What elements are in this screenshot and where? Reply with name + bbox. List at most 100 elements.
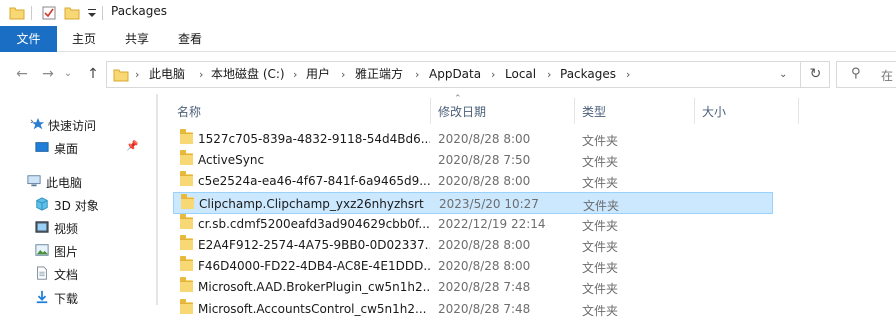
file-date: 2020/8/28 8:00	[438, 132, 531, 146]
navigation-pane: › 快速访问 桌面 📌 此电脑 3D 对象 视频 图片 文档 下载	[0, 94, 157, 306]
nav-label: 快速访问	[48, 119, 97, 133]
column-resizer[interactable]	[694, 98, 695, 124]
nav-item-3d-objects[interactable]: 3D 对象	[0, 194, 157, 216]
file-date: 2020/8/28 7:48	[438, 301, 531, 316]
nav-label: 视频	[54, 222, 79, 236]
tab-view[interactable]: 查看	[170, 26, 210, 52]
tab-home[interactable]: 主页	[64, 26, 104, 52]
address-row: ← → ⌄ ↑ › 此电脑 › 本地磁盘 (C:) › 用户 › 雅正端方 › …	[0, 52, 896, 94]
file-type: 文件夹	[582, 303, 619, 318]
back-icon[interactable]: ←	[13, 65, 31, 83]
breadcrumb-this-pc[interactable]: 此电脑	[149, 62, 185, 87]
refresh-icon[interactable]: ↻	[800, 61, 830, 88]
address-bar[interactable]: › 此电脑 › 本地磁盘 (C:) › 用户 › 雅正端方 › AppData …	[106, 61, 830, 88]
properties-check-icon[interactable]	[41, 5, 57, 21]
breadcrumb-local[interactable]: Local	[505, 62, 536, 87]
forward-icon[interactable]: →	[39, 65, 57, 83]
desktop-icon	[35, 142, 49, 152]
file-name: E2A4F912-2574-4A75-9BB0-0D02337...	[198, 238, 430, 252]
file-list: 1527c705-839a-4832-9118-54d4Bd6... 2020/8…	[158, 128, 896, 318]
breadcrumb-local-disk[interactable]: 本地磁盘 (C:)	[211, 62, 285, 87]
file-row[interactable]: c5e2524a-ea46-4f67-841f-6a9465d9... 2020/…	[173, 170, 773, 192]
nav-label: 3D 对象	[54, 199, 99, 213]
chevron-right-icon[interactable]: ›	[415, 62, 419, 87]
column-type[interactable]: 类型	[582, 103, 606, 120]
chevron-right-icon[interactable]: ›	[135, 62, 139, 87]
nav-item-pictures[interactable]: 图片	[0, 240, 157, 262]
download-icon	[36, 290, 48, 304]
file-type: 文件夹	[582, 155, 619, 170]
file-row[interactable]: Microsoft.AAD.BrokerPlugin_cw5n1h2... 202…	[173, 276, 773, 298]
recent-locations-icon[interactable]: ⌄	[62, 65, 74, 83]
new-folder-icon[interactable]	[64, 5, 80, 21]
folder-icon	[180, 129, 193, 144]
nav-item-this-pc[interactable]: 此电脑	[0, 171, 157, 193]
nav-label: 桌面	[54, 142, 79, 156]
document-icon	[37, 266, 47, 280]
file-name: 1527c705-839a-4832-9118-54d4Bd6...	[198, 132, 430, 146]
column-size[interactable]: 大小	[702, 103, 726, 120]
folder-icon	[180, 235, 193, 250]
star-icon	[31, 117, 45, 130]
address-dropdown-icon[interactable]: ⌄	[779, 62, 787, 87]
column-resizer[interactable]	[430, 98, 431, 124]
nav-label: 文档	[54, 268, 79, 282]
file-name: Microsoft.AAD.BrokerPlugin_cw5n1h2...	[198, 280, 430, 295]
file-type: 文件夹	[583, 198, 620, 213]
chevron-right-icon[interactable]: ›	[293, 62, 297, 87]
up-icon[interactable]: ↑	[84, 65, 102, 83]
nav-label: 此电脑	[46, 176, 83, 190]
pin-icon[interactable]: 📌	[126, 141, 138, 152]
breadcrumb-appdata[interactable]: AppData	[429, 62, 481, 87]
nav-label: 下载	[54, 292, 79, 306]
chevron-right-icon[interactable]: ›	[491, 62, 495, 87]
file-type: 文件夹	[582, 282, 619, 297]
tab-file[interactable]: 文件	[0, 26, 57, 52]
search-placeholder: 在	[881, 69, 894, 83]
toolbar-separator	[102, 6, 103, 20]
file-row[interactable]: Clipchamp.Clipchamp_yxz26nhyzhsrt 2023/5/…	[173, 191, 773, 214]
file-name: Microsoft.AccountsControl_cw5n1h2...	[198, 301, 427, 316]
file-type: 文件夹	[582, 261, 619, 276]
file-row[interactable]: E2A4F912-2574-4A75-9BB0-0D02337... 2020/8…	[173, 234, 773, 256]
column-header: ⌃ 名称 修改日期 类型 大小	[158, 94, 896, 126]
file-row[interactable]: F46D4000-FD22-4DB4-AC8E-4E1DDD... 2020/8/…	[173, 255, 773, 277]
search-icon: ⚲	[851, 66, 861, 81]
nav-item-downloads[interactable]: 下载	[0, 287, 157, 309]
file-row[interactable]: 1527c705-839a-4832-9118-54d4Bd6... 2020/8…	[173, 128, 773, 150]
nav-item-videos[interactable]: 视频	[0, 217, 157, 239]
column-name[interactable]: 名称	[177, 103, 201, 120]
file-name: ActiveSync	[198, 153, 265, 168]
chevron-right-icon[interactable]: ›	[547, 62, 551, 87]
file-name: cr.sb.cdmf5200eafd3ad904629cbb0f...	[198, 216, 430, 231]
breadcrumb-user[interactable]: 雅正端方	[355, 62, 403, 87]
column-date[interactable]: 修改日期	[438, 103, 486, 120]
column-resizer[interactable]	[574, 98, 575, 124]
file-date: 2020/8/28 8:00	[438, 174, 531, 189]
tab-share[interactable]: 共享	[117, 26, 157, 52]
nav-item-documents[interactable]: 文档	[0, 263, 157, 285]
file-row[interactable]: cr.sb.cdmf5200eafd3ad904629cbb0f... 2022/…	[173, 213, 773, 235]
folder-icon	[180, 298, 193, 314]
chevron-right-icon[interactable]: ›	[341, 62, 345, 87]
folder-icon	[180, 150, 193, 166]
file-row[interactable]: ActiveSync 2020/8/28 7:50 文件夹	[173, 149, 773, 171]
search-input[interactable]: ⚲ 在	[836, 61, 896, 88]
breadcrumb-users[interactable]: 用户	[306, 62, 330, 87]
picture-icon	[35, 244, 49, 256]
chevron-right-icon[interactable]: ›	[199, 62, 203, 87]
file-type: 文件夹	[582, 218, 619, 233]
folder-icon	[180, 277, 193, 293]
customize-toolbar-icon[interactable]	[87, 5, 97, 21]
chevron-right-icon[interactable]: ›	[626, 62, 630, 87]
computer-icon	[27, 175, 41, 187]
file-row[interactable]: Microsoft.AccountsControl_cw5n1h2... 2020…	[173, 298, 773, 320]
breadcrumb-packages[interactable]: Packages	[560, 62, 616, 87]
folder-icon	[9, 7, 25, 20]
nav-item-desktop[interactable]: 桌面 📌	[0, 137, 157, 159]
column-resizer[interactable]	[798, 98, 799, 124]
file-date: 2020/8/28 7:50	[438, 153, 531, 168]
video-icon	[35, 221, 49, 233]
title-bar: Packages	[0, 0, 896, 26]
nav-item-quick-access[interactable]: › 快速访问	[0, 114, 157, 136]
